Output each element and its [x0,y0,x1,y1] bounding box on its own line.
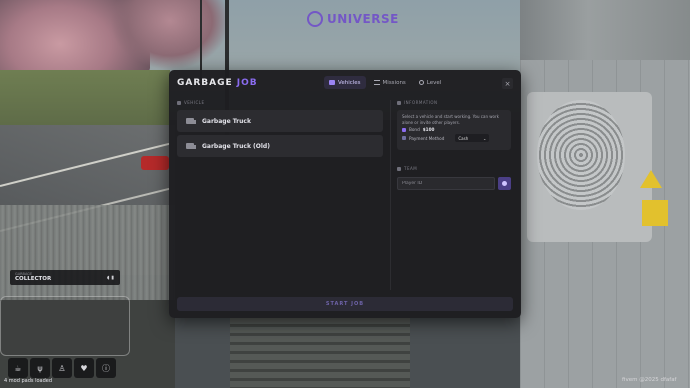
reward-row: Bond $100 [402,127,506,132]
truck-icon [186,143,196,149]
coffee-icon: ☕ [8,358,28,378]
tab-level[interactable]: Level [414,76,447,89]
food-icon: ψ [30,358,50,378]
job-status-icon: ◖ ▮ [107,275,114,281]
minimap [0,296,130,356]
chevron-down-icon: ⌄ [483,135,487,141]
start-job-button[interactable]: START JOB [177,297,513,311]
information-section-label: INFORMATION [397,100,513,105]
payment-label: Payment Method [409,135,445,141]
team-section-label: TEAM [397,166,513,171]
reward-value: $100 [422,127,435,132]
tab-bar: Vehicles Missions Level [324,76,446,89]
vehicle-name: Garbage Truck [202,117,251,125]
job-card: GARBAGE COLLECTOR ◖ ▮ [10,270,120,285]
add-user-icon [502,181,507,186]
vehicle-name: Garbage Truck (Old) [202,142,270,150]
vehicle-item-garbage-truck[interactable]: Garbage Truck [177,110,383,132]
stairs [230,318,410,388]
close-button[interactable]: × [502,78,513,89]
truck-icon [329,80,335,85]
bond-icon [402,127,406,132]
pole [200,0,202,80]
payment-icon [402,136,406,140]
dialog-title-main: GARBAGE [177,78,233,88]
information-panel: INFORMATION Select a vehicle and start w… [397,100,513,290]
information-box: Select a vehicle and start working. You … [397,110,511,150]
garbage-job-dialog: GARBAGE JOB Vehicles Missions Level × VE… [169,70,521,318]
player-id-input[interactable] [397,177,495,190]
vehicle-panel: VEHICLE Garbage Truck Garbage Truck (Old… [177,100,387,290]
information-section-text: INFORMATION [404,100,438,105]
tab-vehicles[interactable]: Vehicles [324,76,366,89]
tab-label: Missions [382,79,406,86]
team-section-text: TEAM [404,166,418,171]
close-icon: × [504,79,511,88]
tab-label: Vehicles [338,79,361,86]
hud-status-text: 4 mod pads loaded [4,378,53,384]
payment-row: Payment Method Cash ⌄ [402,134,506,142]
server-logo: UNIVERSE [307,8,399,30]
hud-status-icons: ☕ ψ ♙ ♥ ⓘ [8,358,116,378]
vehicle-list: Garbage Truck Garbage Truck (Old) [177,110,387,157]
ac-fan [537,100,625,210]
team-icon [397,166,401,171]
reward-label: Bond [409,127,420,132]
logo-mark-icon [307,11,323,27]
vehicle-item-garbage-truck-old[interactable]: Garbage Truck (Old) [177,135,383,157]
team-row [397,177,513,190]
vehicle-section-text: VEHICLE [184,100,205,105]
payment-value: Cash [458,135,469,141]
truck-icon [186,118,196,124]
cherry-tree [110,0,230,70]
info-icon: ⓘ [96,358,116,378]
level-icon [418,80,424,85]
tab-missions[interactable]: Missions [369,76,411,89]
walk-icon: ♙ [52,358,72,378]
payment-method-select[interactable]: Cash ⌄ [455,134,490,142]
job-name: COLLECTOR [15,276,52,282]
grass-hill [0,70,170,130]
invite-player-button[interactable] [498,177,511,190]
red-car [141,156,169,170]
warning-sign-icon [642,200,668,226]
heart-icon: ♥ [74,358,94,378]
vehicle-section-label: VEHICLE [177,100,387,105]
dialog-title-accent: JOB [236,78,258,88]
panel-divider [390,100,391,290]
information-text: Select a vehicle and start working. You … [402,114,499,125]
logo-text: UNIVERSE [327,12,399,26]
list-icon [373,80,380,85]
watermark: fivem @2025 dfafaf [622,377,677,383]
dialog-title: GARBAGE JOB [177,78,258,88]
info-icon [397,100,401,105]
truck-icon [177,100,181,105]
tab-label: Level [426,79,442,86]
warning-sign-icon [640,170,662,188]
